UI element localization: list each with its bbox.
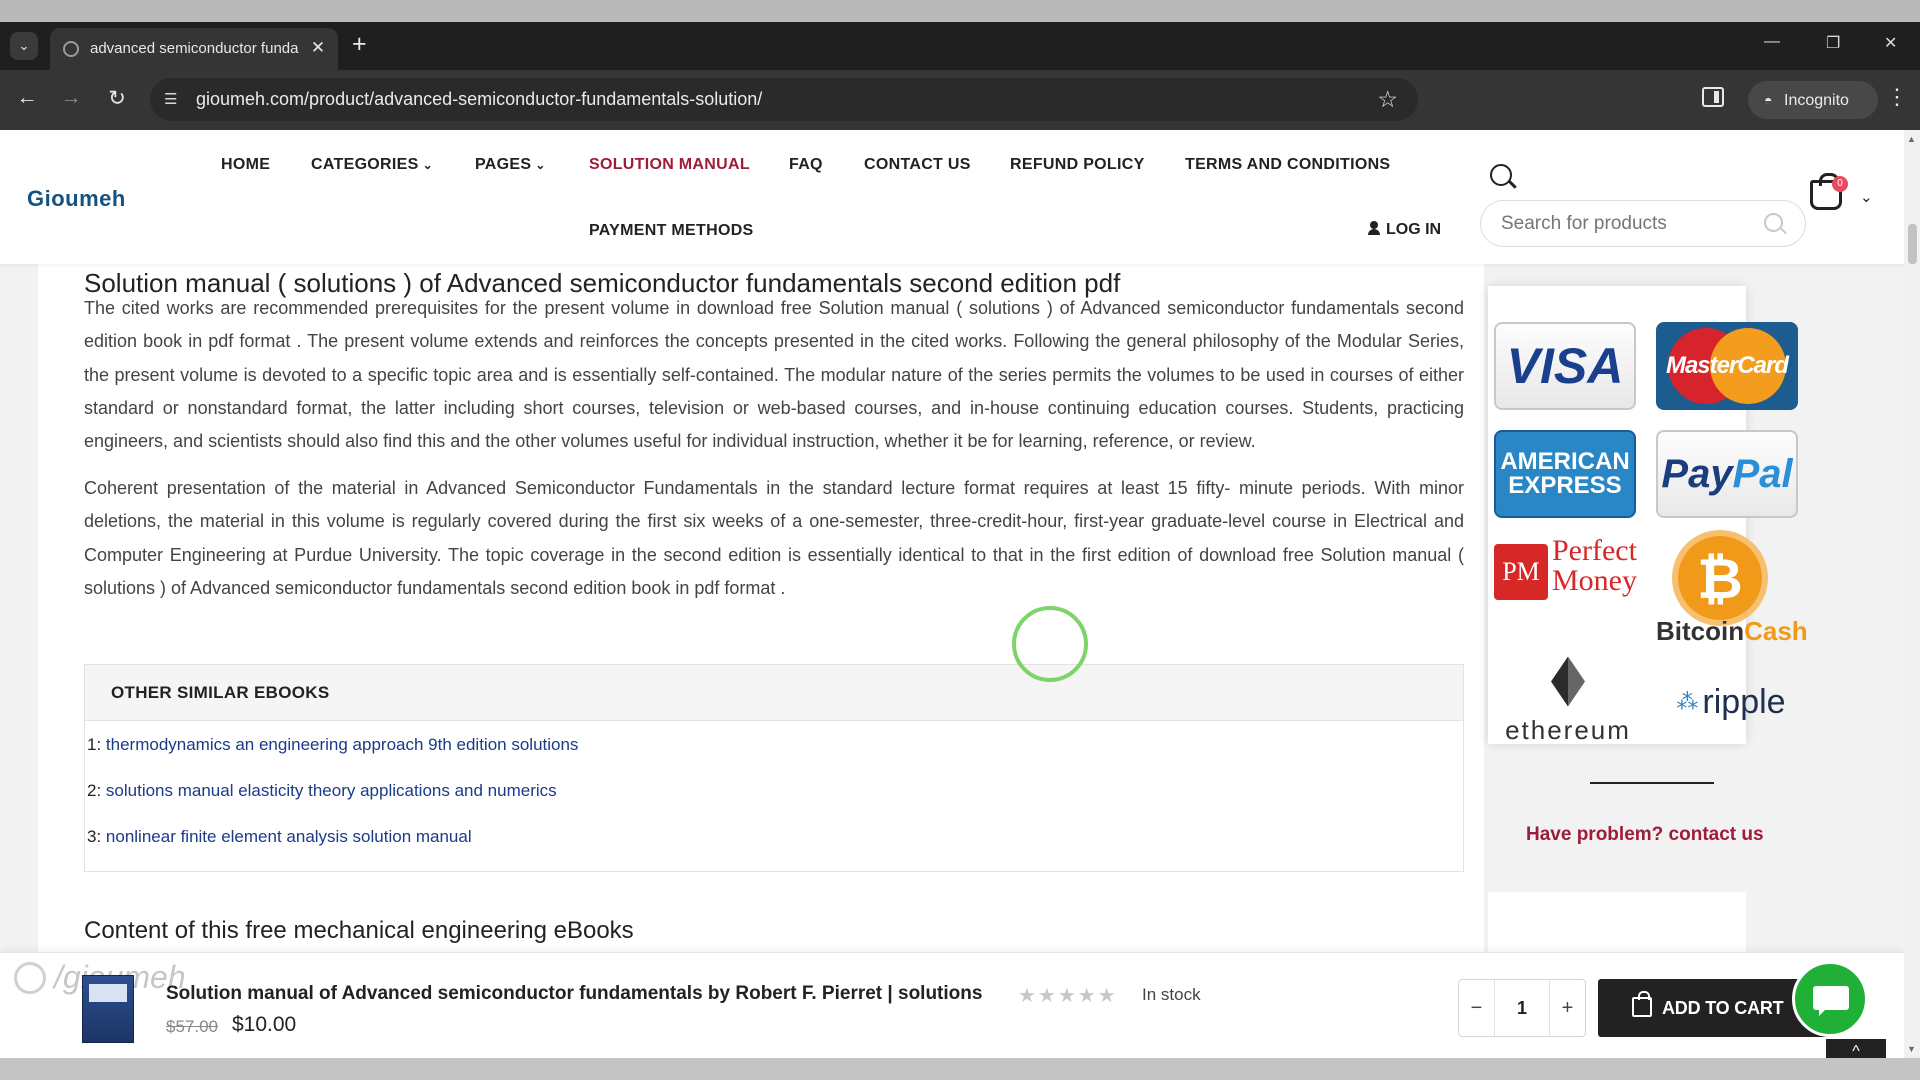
old-price: $57.00 <box>166 1017 218 1036</box>
ripple-icon: ⁂ <box>1676 689 1699 714</box>
search-submit-icon[interactable] <box>1764 213 1783 232</box>
browser-menu-icon[interactable]: ⋮ <box>1886 84 1908 110</box>
ethereum-icon <box>1551 656 1585 707</box>
chat-icon <box>1813 986 1849 1016</box>
nav-contact-us[interactable]: CONTACT US <box>864 156 971 174</box>
site-info-icon[interactable]: ☰ <box>164 90 177 108</box>
list-item: 3: nonlinear finite element analysis sol… <box>87 827 472 846</box>
sticky-product-bar: /gioumeh Solution manual of Advanced sem… <box>0 952 1904 1058</box>
ripple-logo: ⁂ ripple <box>1676 682 1786 721</box>
incognito-badge[interactable]: ◓ Incognito <box>1748 81 1878 119</box>
stock-status: In stock <box>1142 985 1201 1004</box>
url-text[interactable]: gioumeh.com/product/advanced-semiconduct… <box>196 89 762 110</box>
sale-price: $10.00 <box>232 1013 297 1036</box>
restore-icon[interactable]: ❐ <box>1826 33 1840 53</box>
screen-top-strip <box>0 0 1920 22</box>
similar-ebooks-box: OTHER SIMILAR EBOOKS 1: thermodynamics a… <box>84 664 1464 872</box>
bitcoin-icon: ₿ <box>1672 530 1768 626</box>
visa-logo: VISA <box>1494 322 1636 410</box>
nav-home[interactable]: HOME <box>221 156 270 174</box>
login-link[interactable]: LOG IN <box>1368 221 1441 239</box>
contact-us-link[interactable]: Have problem? contact us <box>1526 824 1764 846</box>
bitcoin-cash-logo: ₿ BitcoinCash <box>1656 530 1808 646</box>
nav-refund-policy[interactable]: REFUND POLICY <box>1010 156 1145 174</box>
side-panel-icon[interactable] <box>1702 87 1724 107</box>
bookmark-star-icon[interactable]: ☆ <box>1377 86 1398 113</box>
tab-search-button[interactable]: ⌄ <box>10 32 38 60</box>
scroll-up-arrow-icon[interactable]: ▲ <box>1907 134 1916 144</box>
product-title: Solution manual of Advanced semiconducto… <box>166 983 983 1004</box>
tab-favicon-icon <box>63 41 79 57</box>
quantity-stepper: − 1 + <box>1458 979 1586 1037</box>
amex-logo: AMERICAN EXPRESS <box>1494 430 1636 518</box>
cursor-icon <box>1048 643 1062 660</box>
nav-faq[interactable]: FAQ <box>789 156 823 174</box>
quantity-decrease-button[interactable]: − <box>1459 980 1495 1036</box>
scroll-down-arrow-icon[interactable]: ▼ <box>1907 1044 1916 1054</box>
search-icon[interactable] <box>1490 164 1512 186</box>
list-item: 1: thermodynamics an engineering approac… <box>87 735 579 754</box>
nav-categories[interactable]: CATEGORIES ⌄ <box>311 156 433 174</box>
similar-ebook-link-1[interactable]: thermodynamics an engineering approach 9… <box>106 735 579 754</box>
mastercard-logo: MasterCard <box>1656 322 1798 410</box>
page-scrollbar[interactable]: ▲ ▼ <box>1904 130 1920 1058</box>
rating-stars: ★★★★★ <box>1018 985 1118 1007</box>
reload-icon[interactable]: ↻ <box>104 86 130 111</box>
chevron-down-icon: ⌄ <box>535 158 546 172</box>
payment-methods-card: VISA MasterCard AMERICAN EXPRESS Pay Pal P… <box>1488 286 1808 746</box>
browser-tab[interactable]: advanced semiconductor funda ✕ <box>50 28 338 70</box>
forward-icon[interactable]: → <box>58 86 84 110</box>
similar-ebook-link-3[interactable]: nonlinear finite element analysis soluti… <box>106 827 472 846</box>
sidebar-divider <box>1590 782 1714 784</box>
new-tab-button[interactable]: + <box>352 30 367 59</box>
user-icon <box>1368 221 1380 235</box>
chevron-down-icon[interactable]: ⌄ <box>1860 188 1873 206</box>
ethereum-logo: ethereum <box>1494 656 1642 746</box>
nav-solution-manual[interactable]: SOLUTION MANUAL <box>589 156 750 174</box>
scrollbar-thumb[interactable] <box>1908 224 1917 264</box>
perfect-money-logo: PM Perfect Money <box>1494 536 1640 602</box>
instagram-icon <box>14 962 46 994</box>
address-bar[interactable]: ☰ gioumeh.com/product/advanced-semicondu… <box>150 78 1418 121</box>
chat-button[interactable] <box>1792 961 1868 1037</box>
cart-count-badge: 0 <box>1832 176 1848 192</box>
close-window-icon[interactable]: ✕ <box>1884 33 1897 53</box>
nav-pages[interactable]: PAGES ⌄ <box>475 156 546 174</box>
minimize-icon[interactable]: — <box>1764 33 1780 51</box>
article-paragraph-1: The cited works are recommended prerequi… <box>84 298 1464 452</box>
incognito-label: Incognito <box>1784 92 1849 109</box>
search-input[interactable] <box>1480 200 1806 247</box>
similar-ebook-link-2[interactable]: solutions manual elasticity theory appli… <box>106 781 557 800</box>
quantity-input[interactable]: 1 <box>1495 980 1549 1036</box>
article-paragraph-2: Coherent presentation of the material in… <box>84 478 1464 598</box>
shopping-bag-icon <box>1632 991 1652 1017</box>
back-icon[interactable]: ← <box>14 86 40 110</box>
nav-payment-methods[interactable]: PAYMENT METHODS <box>589 222 754 240</box>
list-item: 2: solutions manual elasticity theory ap… <box>87 781 557 800</box>
browser-tab-bar: ⌄ advanced semiconductor funda ✕ + — ❐ ✕ <box>0 22 1920 70</box>
nav-terms[interactable]: TERMS AND CONDITIONS <box>1185 156 1390 174</box>
browser-toolbar: ← → ↻ ☰ gioumeh.com/product/advanced-sem… <box>0 70 1920 130</box>
scroll-to-top-button[interactable]: ^ <box>1826 1039 1886 1058</box>
chevron-down-icon: ⌄ <box>422 158 433 172</box>
tab-close-icon[interactable]: ✕ <box>308 38 328 58</box>
incognito-icon: ◓ <box>1764 92 1773 108</box>
similar-ebooks-title: OTHER SIMILAR EBOOKS <box>85 665 1463 721</box>
product-thumbnail <box>82 975 134 1043</box>
paypal-logo: Pay Pal <box>1656 430 1798 518</box>
screen-bottom-strip <box>0 1058 1920 1080</box>
site-header: Gioumeh HOME CATEGORIES ⌄ PAGES ⌄ SOLUTION… <box>0 130 1904 264</box>
web-page: Solution manual ( solutions ) of Advance… <box>0 130 1904 1058</box>
content-heading: Content of this free mechanical engineer… <box>84 917 634 944</box>
quantity-increase-button[interactable]: + <box>1549 980 1585 1036</box>
site-logo[interactable]: Gioumeh <box>27 186 126 212</box>
tab-title: advanced semiconductor funda <box>90 40 299 57</box>
